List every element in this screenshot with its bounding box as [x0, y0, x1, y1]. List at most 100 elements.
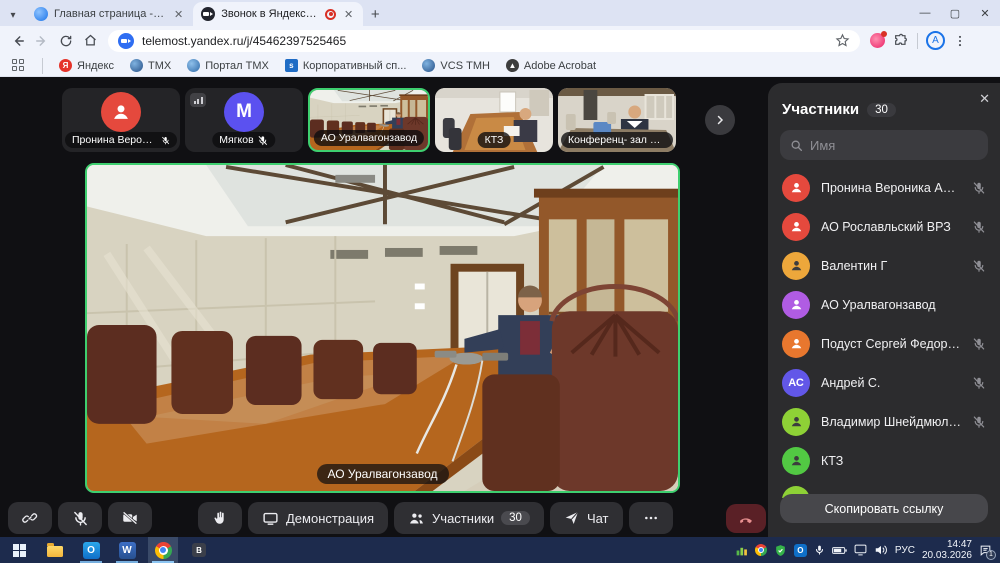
- display-tray-icon[interactable]: [854, 544, 867, 556]
- send-icon: [564, 510, 580, 526]
- bookmark-tmh[interactable]: ТМХ: [130, 59, 171, 72]
- apps-grid-icon[interactable]: [12, 59, 26, 73]
- tab-close-icon[interactable]: ✕: [342, 8, 355, 21]
- participant-row[interactable]: АО Уралвагонзавод: [768, 285, 1000, 324]
- outlook-icon: O: [83, 542, 100, 559]
- participant-search-input[interactable]: Имя: [780, 130, 988, 160]
- mic-tray-icon[interactable]: [814, 544, 825, 556]
- yandex-icon: Я: [59, 59, 72, 72]
- app-icon: В: [192, 543, 206, 557]
- bookmark-corporate[interactable]: s Корпоративный сп...: [285, 59, 407, 72]
- copy-link-button[interactable]: Скопировать ссылку: [780, 494, 988, 523]
- taskbar-outlook[interactable]: O: [76, 537, 106, 563]
- share-screen-button[interactable]: Демонстрация: [248, 502, 388, 534]
- thumbnail-pronina[interactable]: Пронина Вероника...: [62, 88, 180, 152]
- tab-search-chevron-icon[interactable]: ▾: [0, 4, 26, 26]
- avatar: М: [224, 92, 264, 132]
- participant-row[interactable]: Пронина Вероника Алексее...: [768, 168, 1000, 207]
- forward-icon[interactable]: [30, 29, 54, 53]
- outlook-tray-icon[interactable]: O: [794, 544, 807, 557]
- folder-icon: [47, 546, 63, 557]
- bookmark-vcs[interactable]: VCS ТМН: [422, 59, 490, 72]
- system-tray: O РУС 14:4720.03.2026 1: [735, 539, 1000, 562]
- tab-telemost[interactable]: Звонок в Яндекс Телемос ✕: [193, 2, 363, 26]
- participant-row[interactable]: АС Андрей С.: [768, 363, 1000, 402]
- thumbnail-label: АО Уралвагонзавод: [321, 132, 417, 144]
- mic-muted-icon: [258, 135, 269, 146]
- participant-avatar: [782, 408, 810, 436]
- participant-row[interactable]: АО Рославльский ВРЗ: [768, 207, 1000, 246]
- chat-button[interactable]: Чат: [550, 502, 623, 534]
- reload-icon[interactable]: [54, 29, 78, 53]
- extensions-puzzle-icon[interactable]: [893, 33, 909, 49]
- bookmark-acrobat[interactable]: ▲ Adobe Acrobat: [506, 59, 596, 72]
- chrome-tray-icon[interactable]: [755, 544, 767, 556]
- tab-home[interactable]: Главная страница - Домашняя ✕: [26, 2, 193, 26]
- extension-icon[interactable]: [870, 33, 885, 48]
- bookmark-star-icon[interactable]: [835, 33, 850, 48]
- copy-link-icon-button[interactable]: [8, 502, 52, 534]
- participant-thumbnails: Пронина Вероника... М Мягков: [62, 88, 676, 152]
- mic-muted-icon: [972, 181, 986, 195]
- sharepoint-icon: s: [285, 59, 298, 72]
- participant-row[interactable]: Валентин Г: [768, 246, 1000, 285]
- thumbnail-ktz[interactable]: КТЗ: [435, 88, 553, 152]
- taskbar-chrome[interactable]: [148, 537, 178, 563]
- home-icon[interactable]: [78, 29, 102, 53]
- antivirus-tray-icon[interactable]: [774, 544, 787, 557]
- taskbar-word[interactable]: W: [112, 537, 142, 563]
- end-call-button[interactable]: [726, 504, 766, 533]
- windows-logo-icon: [13, 544, 26, 557]
- more-options-button[interactable]: [629, 502, 673, 534]
- screen: ▾ Главная страница - Домашняя ✕ Звонок в…: [0, 0, 1000, 563]
- language-indicator[interactable]: РУС: [895, 545, 915, 556]
- mic-muted-icon: [161, 135, 170, 146]
- participant-avatar: [782, 291, 810, 319]
- thumbnail-myagkov[interactable]: М Мягков: [185, 88, 303, 152]
- thumbnail-label: Мягков: [219, 134, 253, 146]
- thumbnails-next-button[interactable]: [705, 105, 735, 135]
- volume-tray-icon[interactable]: [874, 544, 888, 556]
- tab-close-icon[interactable]: ✕: [172, 8, 185, 21]
- minimize-button[interactable]: —: [910, 0, 940, 26]
- microphone-toggle-button[interactable]: [58, 502, 102, 534]
- camera-toggle-button[interactable]: [108, 502, 152, 534]
- participant-avatar: [782, 330, 810, 358]
- url-text: telemost.yandex.ru/j/45462397525465: [142, 34, 827, 48]
- main-speaker-video[interactable]: АО Уралвагонзавод: [85, 163, 680, 493]
- bookmark-portal-tmh[interactable]: Портал ТМХ: [187, 59, 269, 72]
- thumbnail-label: Конференц- зал ОВС: [568, 134, 666, 146]
- participant-avatar: [782, 174, 810, 202]
- participants-button[interactable]: Участники 30: [394, 502, 544, 534]
- battery-tray-icon[interactable]: [832, 545, 847, 556]
- participant-name: АО Рославльский ВРЗ: [821, 220, 961, 234]
- mic-muted-icon: [972, 376, 986, 390]
- panel-close-icon[interactable]: ✕: [979, 91, 990, 107]
- telemost-favicon: [118, 33, 134, 49]
- thumbnail-label: КТЗ: [485, 134, 504, 146]
- new-tab-button[interactable]: +: [363, 2, 387, 26]
- thumbnail-conf-ovs[interactable]: Конференц- зал ОВС: [558, 88, 676, 152]
- participant-row[interactable]: КТЗ: [768, 441, 1000, 480]
- participants-label: Участники: [432, 511, 494, 526]
- start-button[interactable]: [4, 537, 34, 563]
- maximize-button[interactable]: ▢: [940, 0, 970, 26]
- url-input[interactable]: telemost.yandex.ru/j/45462397525465: [108, 30, 860, 52]
- chart-tray-icon[interactable]: [735, 544, 748, 557]
- participant-row[interactable]: Владимир Шнейдмюллер: [768, 402, 1000, 441]
- notification-center-icon[interactable]: 1: [979, 544, 992, 557]
- raise-hand-button[interactable]: [198, 502, 242, 534]
- taskbar-explorer[interactable]: [40, 537, 70, 563]
- chrome-icon: [155, 542, 172, 559]
- clock[interactable]: 14:4720.03.2026: [922, 539, 972, 562]
- browser-menu-icon[interactable]: [953, 34, 967, 48]
- back-icon[interactable]: [6, 29, 30, 53]
- thumbnail-uralvagonzavod[interactable]: АО Уралвагонзавод: [308, 88, 430, 152]
- close-button[interactable]: ✕: [970, 0, 1000, 26]
- taskbar-extra-app[interactable]: В: [184, 537, 214, 563]
- bookmark-yandex[interactable]: Я Яндекс: [59, 59, 114, 72]
- windows-taskbar: O W В O РУС 14:4720.03.2026 1: [0, 537, 1000, 563]
- chat-label: Чат: [587, 511, 609, 526]
- participant-row[interactable]: Подуст Сергей Федорович: [768, 324, 1000, 363]
- profile-icon[interactable]: А: [926, 31, 945, 50]
